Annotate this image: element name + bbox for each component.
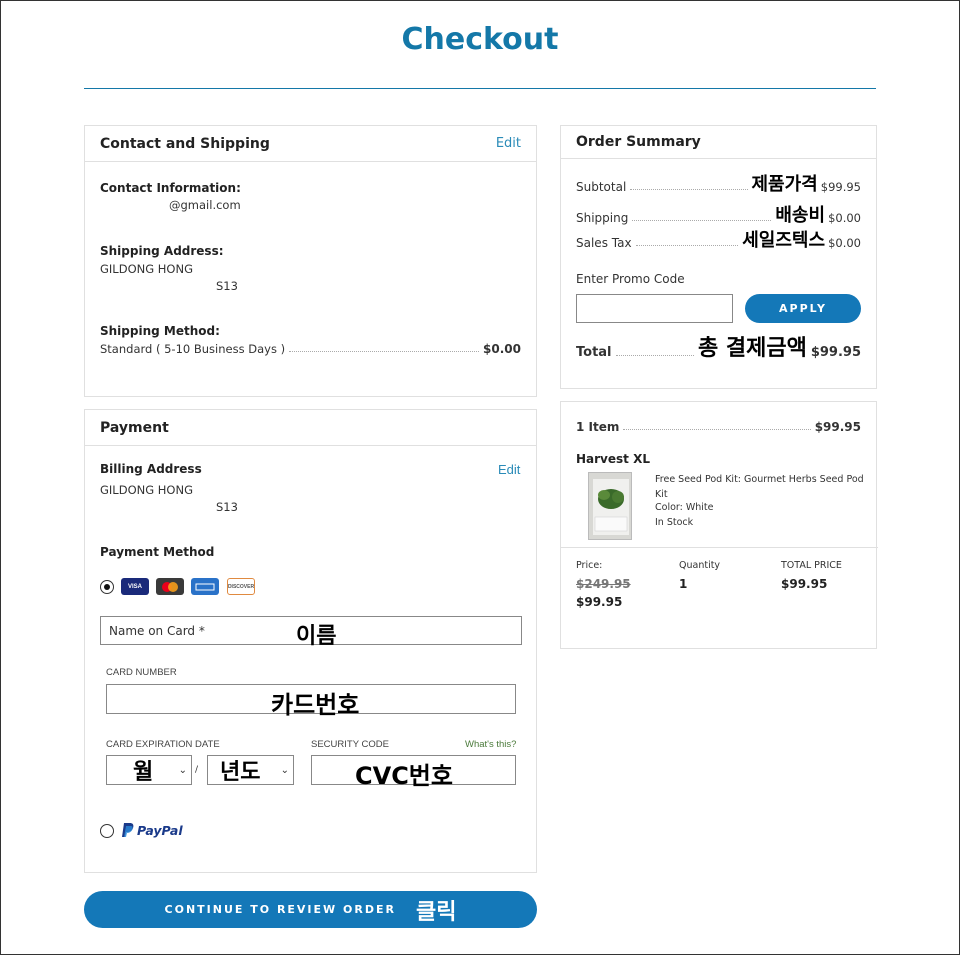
total-label: Total xyxy=(576,345,612,360)
dotted-leader xyxy=(615,355,694,356)
payment-method-label: Payment Method xyxy=(100,545,215,559)
total-annotation: 총 결제금액 xyxy=(697,336,807,361)
contact-shipping-card: Contact and Shipping Edit Contact Inform… xyxy=(84,125,537,397)
shipping-method-label: Shipping Method: xyxy=(100,324,220,338)
dotted-leader xyxy=(635,245,739,246)
total-value: $99.95 xyxy=(810,345,861,360)
visa-icon: VISA xyxy=(121,578,149,595)
title-divider xyxy=(84,88,876,89)
expiration-label: CARD EXPIRATION DATE xyxy=(106,739,220,750)
continue-review-button[interactable]: CONTINUE TO REVIEW ORDER 클릭 xyxy=(84,891,537,928)
product-description: Free Seed Pod Kit: Gourmet Herbs Seed Po… xyxy=(655,474,864,500)
security-code-label: SECURITY CODE xyxy=(311,739,389,750)
paypal-label: PayPal xyxy=(137,822,183,838)
date-separator: / xyxy=(195,765,199,775)
dotted-leader xyxy=(289,351,480,352)
total-row: Total 총 결제금액 $99.95 xyxy=(576,336,861,361)
item-count-total: $99.95 xyxy=(814,420,861,434)
dotted-leader xyxy=(630,189,748,190)
click-annotation: 클릭 xyxy=(415,899,457,925)
apply-button[interactable]: APPLY xyxy=(745,294,861,323)
shipping-value: $0.00 xyxy=(828,211,861,225)
month-select[interactable]: 월 ⌄ xyxy=(106,755,192,785)
shipping-method-row: Standard ( 5-10 Business Days ) $0.00 xyxy=(100,342,521,356)
product-name: Harvest XL xyxy=(576,452,650,466)
sales-tax-value: $0.00 xyxy=(828,236,861,250)
contact-edit-link[interactable]: Edit xyxy=(496,136,521,151)
order-summary-header: Order Summary xyxy=(561,126,876,159)
item-count-row: 1 Item $99.95 xyxy=(576,420,861,434)
subtotal-label: Subtotal xyxy=(576,180,627,194)
item-divider xyxy=(561,547,878,548)
whats-this-link[interactable]: What's this? xyxy=(465,739,516,750)
paypal-radio[interactable] xyxy=(100,824,114,838)
total-price-value: $99.95 xyxy=(781,577,828,591)
payment-title: Payment xyxy=(100,419,169,436)
promo-code-input[interactable] xyxy=(576,294,733,323)
cart-item-card: 1 Item $99.95 Harvest XL Free Seed Pod K… xyxy=(560,401,878,649)
card-number-input[interactable]: 카드번호 xyxy=(106,684,516,719)
shipping-method-value: Standard ( 5-10 Business Days ) xyxy=(100,342,286,356)
shipping-label: Shipping xyxy=(576,211,629,225)
sales-tax-annotation: 세일즈텍스 xyxy=(742,230,826,251)
total-price-label: TOTAL PRICE xyxy=(781,560,842,571)
shipping-address-line: S13 xyxy=(216,279,238,293)
subtotal-annotation: 제품가격 xyxy=(751,174,818,195)
name-on-card-input[interactable]: Name on Card * 이름 xyxy=(100,616,522,649)
card-radio[interactable] xyxy=(100,580,114,594)
order-summary-title: Order Summary xyxy=(576,134,701,150)
discover-icon: DISCOVER xyxy=(227,578,255,595)
paypal-icon xyxy=(122,823,134,837)
card-number-label: CARD NUMBER xyxy=(106,667,177,678)
year-select[interactable]: 년도 ⌄ xyxy=(207,755,294,785)
chevron-down-icon: ⌄ xyxy=(280,764,289,776)
quantity-value: 1 xyxy=(679,577,688,591)
mastercard-icon xyxy=(156,578,184,595)
price-sale: $99.95 xyxy=(576,595,623,609)
year-annotation: 년도 xyxy=(220,760,261,785)
product-stock: In Stock xyxy=(655,517,694,528)
billing-address-label: Billing Address xyxy=(100,462,202,476)
chevron-down-icon: ⌄ xyxy=(178,764,187,776)
name-annotation: 이름 xyxy=(296,624,337,649)
price-label: Price: xyxy=(576,560,603,571)
dotted-leader xyxy=(632,220,772,221)
card-number-annotation: 카드번호 xyxy=(271,691,360,719)
billing-name: GILDONG HONG xyxy=(100,483,193,497)
page-title: Checkout xyxy=(401,22,559,57)
shipping-method-price: $0.00 xyxy=(483,342,521,356)
shipping-name: GILDONG HONG xyxy=(100,262,193,276)
sales-tax-row: Sales Tax 세일즈텍스 $0.00 xyxy=(576,230,861,251)
shipping-address-label: Shipping Address: xyxy=(100,244,224,258)
shipping-row: Shipping 배송비 $0.00 xyxy=(576,205,861,226)
product-image[interactable] xyxy=(588,472,632,540)
shipping-annotation: 배송비 xyxy=(775,205,826,226)
billing-edit-link[interactable]: Edit xyxy=(498,462,520,477)
payment-header: Payment xyxy=(85,410,536,446)
order-summary-card: Order Summary Subtotal 제품가격 $99.95 Shipp… xyxy=(560,125,877,389)
item-count-label: 1 Item xyxy=(576,420,620,434)
contact-shipping-title: Contact and Shipping xyxy=(100,135,270,152)
name-on-card-label: Name on Card * xyxy=(109,624,205,638)
contact-info-label: Contact Information: xyxy=(100,181,241,195)
promo-code-label: Enter Promo Code xyxy=(576,272,685,286)
continue-button-label: CONTINUE TO REVIEW ORDER xyxy=(164,903,396,916)
month-annotation: 월 xyxy=(133,760,154,785)
dotted-leader xyxy=(623,429,811,430)
subtotal-value: $99.95 xyxy=(820,180,861,194)
contact-shipping-header: Contact and Shipping Edit xyxy=(85,126,536,162)
payment-card: Payment Billing Address Edit GILDONG HON… xyxy=(84,409,537,873)
product-color: Color: White xyxy=(655,502,714,513)
subtotal-row: Subtotal 제품가격 $99.95 xyxy=(576,174,861,195)
paypal-logo: PayPal xyxy=(121,822,183,838)
billing-address-line: S13 xyxy=(216,500,238,514)
quantity-label: Quantity xyxy=(679,560,721,571)
amex-icon xyxy=(191,578,219,595)
price-original: $249.95 xyxy=(576,577,631,591)
cvc-annotation: CVC번호 xyxy=(355,762,453,790)
contact-email: @gmail.com xyxy=(169,198,241,212)
security-code-input[interactable]: CVC번호 xyxy=(311,755,516,790)
sales-tax-label: Sales Tax xyxy=(576,236,632,250)
